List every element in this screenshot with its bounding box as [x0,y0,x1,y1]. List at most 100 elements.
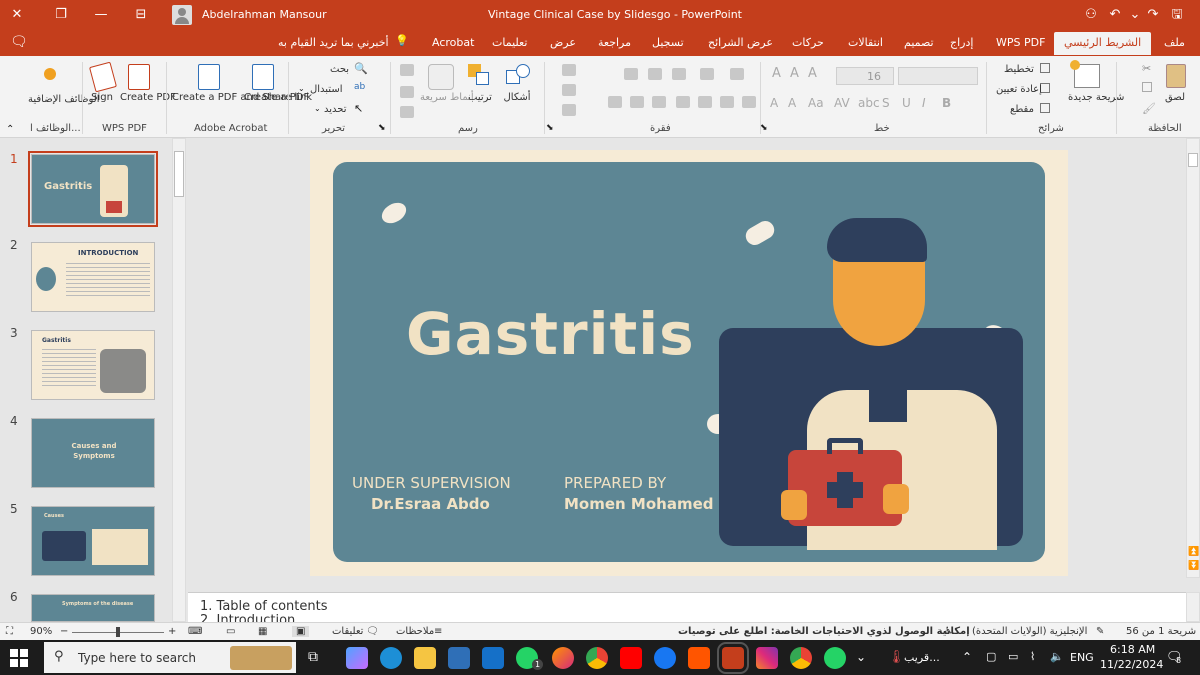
align-center-icon[interactable] [720,96,734,108]
battery-icon[interactable]: ▭ [1008,650,1018,663]
dialog-launcher-icon[interactable]: ⬊ [546,123,554,133]
fit-slide-icon[interactable]: ⛶ [6,626,13,637]
prepared-label[interactable]: PREPARED BY [564,474,666,492]
thumbnail-scroll-thumb[interactable] [174,151,184,197]
tab-animations[interactable]: حركات [792,36,824,49]
next-slide-icon[interactable]: ⏬ [1188,561,1199,571]
chrome-icon[interactable] [586,647,608,669]
numbering-icon[interactable] [700,68,714,80]
reset-button[interactable]: إعادة تعيين [996,84,1042,96]
copy-icon[interactable] [1142,82,1152,92]
format-painter-icon[interactable]: 🖌 [1142,102,1156,115]
create-pdf-button[interactable]: Create PDF [120,92,176,104]
select-button[interactable]: تحديد [324,104,347,116]
bold-icon[interactable]: B [942,96,951,110]
tab-acrobat[interactable]: Acrobat [432,36,474,49]
underline-icon[interactable]: U [902,96,911,110]
language-status[interactable]: الإنجليزية (الولايات المتحدة) [972,626,1087,637]
undo-icon[interactable]: ↶ [1106,6,1124,24]
arrange-button[interactable]: ترتيب [466,92,494,104]
coauthor-icon[interactable]: ⚇ [1082,6,1100,24]
preparer-name[interactable]: Momen Mohamed [564,495,714,513]
line-spacing-icon[interactable] [624,68,638,80]
reading-view-icon[interactable]: ▭ [226,626,235,637]
slide-thumbnail-3[interactable]: Gastritis [31,330,155,400]
paste-button[interactable]: لصق [1162,92,1188,104]
comments-icon[interactable]: 🗨 [10,34,28,50]
save-icon[interactable]: 🖫 [1168,6,1186,24]
taskbar-search-box[interactable]: ⚲ Type here to search [44,642,296,673]
tab-slideshow[interactable]: عرض الشرائح [708,36,773,49]
outdent-icon[interactable] [672,68,686,80]
presenter-view-icon[interactable]: ⌨ [188,626,202,637]
layout-button[interactable]: تخطيط [1004,64,1034,76]
slide-thumbnail-6[interactable]: Symptoms of the disease [31,594,155,622]
section-button[interactable]: مقطع [1010,104,1034,116]
zoom-level[interactable]: 90% [30,626,52,637]
supervision-label[interactable]: UNDER SUPERVISION [352,474,511,492]
slide-scroll-thumb[interactable] [1188,153,1198,167]
language-indicator[interactable]: ENG [1070,651,1094,664]
close-icon[interactable]: ✕ [8,6,26,24]
highlight-icon[interactable]: A [788,96,796,110]
tab-help[interactable]: تعليمات [492,36,527,49]
tab-transitions[interactable]: انتقالات [848,36,883,49]
store-icon[interactable] [448,647,470,669]
font-size-box[interactable]: 16 [836,67,894,85]
change-case-icon[interactable]: Aa [808,96,824,110]
thumbnail-scrollbar[interactable] [172,138,186,622]
slide-sorter-icon[interactable]: ▦ [258,626,267,637]
ltr-icon[interactable] [652,96,666,108]
clear-format-icon[interactable]: A [772,66,781,81]
edge-icon[interactable] [380,647,402,669]
outlook-icon[interactable] [482,647,504,669]
avatar[interactable] [172,5,192,25]
facebook-icon[interactable] [654,647,676,669]
addins-button[interactable]: الوظائف الإضافية [28,94,100,106]
create-share-button[interactable]: Create a PDF and Share link [172,92,312,104]
comments-button[interactable]: تعليقات [332,626,363,637]
supervisor-name[interactable]: Dr.Esraa Abdo [371,495,490,513]
create-a-pdf-button[interactable]: Create a PDF [244,92,309,104]
cut-icon[interactable]: ✂ [1142,62,1151,75]
windows-start-icon[interactable] [10,649,28,667]
tab-home[interactable]: الشريط الرئيسي [1054,32,1152,55]
chevron-down-icon[interactable]: ⌄ [298,84,305,93]
chrome-icon[interactable] [790,647,812,669]
tab-design[interactable]: تصميم [904,36,934,49]
italic-icon[interactable]: I [922,96,926,110]
dialog-launcher-icon[interactable]: ⬊ [760,123,768,133]
text-direction-icon[interactable] [562,64,576,76]
wifi-icon[interactable]: ⌇ [1030,650,1035,663]
find-button[interactable]: بحث [330,64,349,76]
zoom-in-icon[interactable]: + [168,626,176,637]
zoom-out-icon[interactable]: − [60,626,68,637]
tab-view[interactable]: عرض [550,36,576,49]
redo-icon[interactable]: ↷ [1144,6,1162,24]
file-explorer-icon[interactable] [414,647,436,669]
soundcloud-icon[interactable] [688,647,710,669]
chevron-down-icon[interactable]: ⌄ [314,104,321,113]
quick-styles-button[interactable]: أنماط سريعة [420,92,474,104]
tab-wps-pdf[interactable]: WPS PDF [996,36,1045,49]
shape-effects-icon[interactable] [400,106,414,118]
notes-scrollbar[interactable] [1186,592,1200,622]
decrease-font-icon[interactable]: A [790,66,799,81]
minimize-icon[interactable]: — [92,6,110,24]
indent-icon[interactable] [648,68,662,80]
chevron-up-icon[interactable]: ⌃ [962,650,972,664]
font-color-icon[interactable]: A [770,96,778,110]
new-slide-button[interactable]: شريحة جديدة [1068,92,1124,104]
device-icon[interactable]: ▢ [986,650,996,663]
ribbon-display-icon[interactable]: ⊟ [132,6,150,24]
chevron-down-icon[interactable]: ⌄ [1126,6,1144,24]
notes-button[interactable]: ملاحظات [396,626,434,637]
char-spacing-icon[interactable]: AV [834,96,850,110]
align-right-icon[interactable] [698,96,712,108]
volume-icon[interactable]: 🔈 [1050,650,1064,663]
prev-slide-icon[interactable]: ⏫ [1188,547,1199,557]
clock-date[interactable]: 11/22/2024 [1100,658,1163,671]
notes-pane[interactable]: 1. Table of contents 2. Introduction [188,592,1188,623]
collapse-ribbon-icon[interactable]: ⌃ [6,124,14,135]
accessibility-status[interactable]: إمكانية الوصول لذوي الاحتياجات الخاصة: ا… [678,626,970,637]
